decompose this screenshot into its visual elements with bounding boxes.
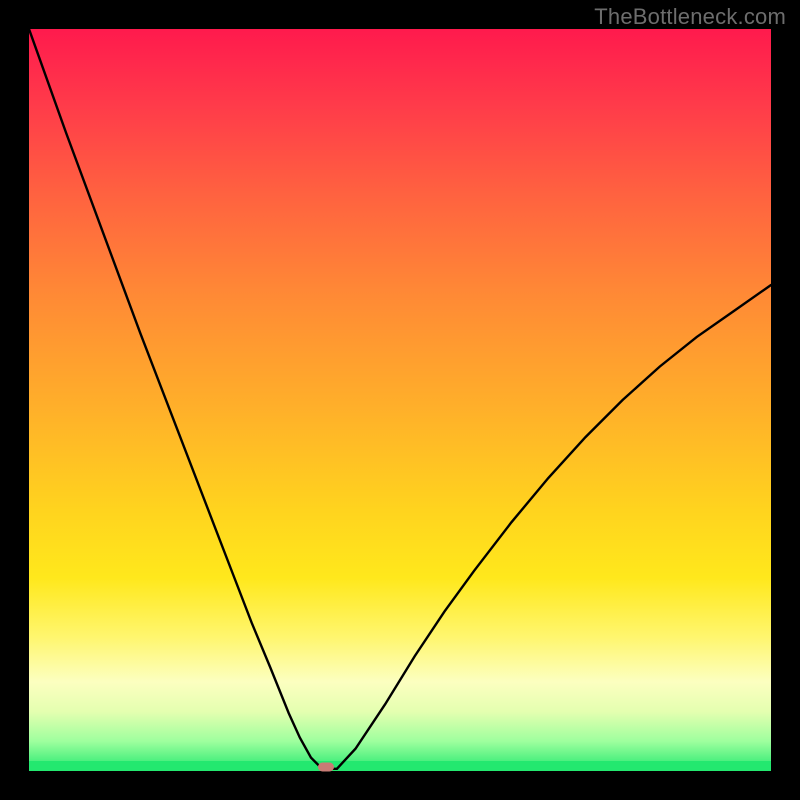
watermark-text: TheBottleneck.com — [594, 4, 786, 30]
chart-plot-area — [29, 29, 771, 771]
chart-minimum-marker — [318, 763, 334, 772]
curve-left-branch — [29, 29, 322, 769]
curve-right-branch — [337, 285, 771, 769]
chart-curve-svg — [29, 29, 771, 771]
chart-frame: TheBottleneck.com — [0, 0, 800, 800]
